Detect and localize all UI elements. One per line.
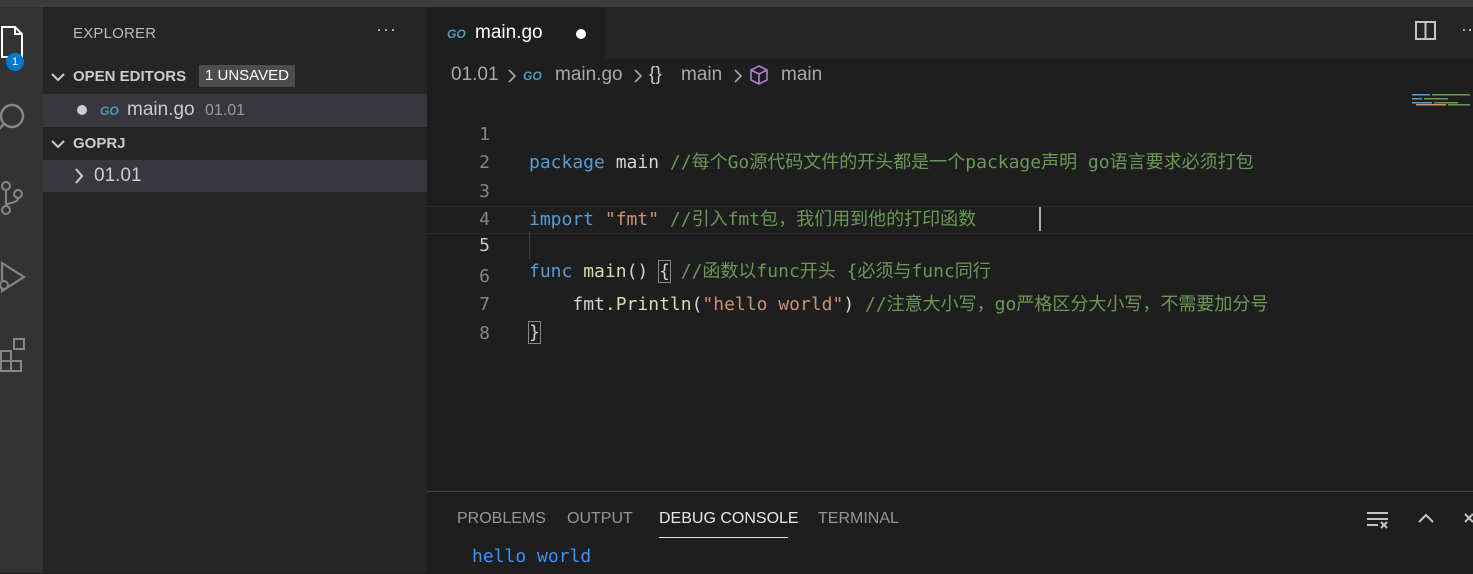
- section-divider: [43, 126, 427, 127]
- open-editors-label: OPEN EDITORS: [73, 68, 187, 85]
- title-bar: [0, 0, 1473, 7]
- breadcrumb-scope[interactable]: main: [681, 64, 722, 86]
- editor-more-icon[interactable]: ···: [1461, 19, 1473, 40]
- explorer-sidebar: EXPLORER ··· OPEN EDITORS 1 UNSAVED GO m…: [43, 7, 427, 573]
- split-editor-icon[interactable]: [1415, 21, 1437, 46]
- minimap[interactable]: [1412, 93, 1472, 113]
- open-editor-item[interactable]: GO main.go 01.01: [43, 94, 427, 126]
- editor-group: GO main.go ··· 01.01 GO main.go {} main …: [427, 7, 1473, 491]
- unsaved-dot-icon[interactable]: [576, 29, 586, 39]
- code-line: 2: [427, 121, 1473, 173]
- line-content: }: [528, 319, 541, 347]
- indent-guide: [529, 231, 530, 259]
- explorer-title: EXPLORER: [73, 25, 157, 42]
- bottom-panel: PROBLEMS OUTPUT DEBUG CONSOLE TERMINAL h…: [427, 491, 1473, 574]
- tab-label: main.go: [475, 22, 543, 43]
- go-file-icon: GO: [523, 69, 542, 83]
- source-control-icon[interactable]: [0, 180, 28, 216]
- more-actions-icon[interactable]: ···: [376, 19, 397, 40]
- chevron-right-icon: [633, 68, 643, 90]
- go-file-icon: GO: [447, 27, 466, 41]
- text-cursor: [1039, 207, 1041, 231]
- code-line: 8: [427, 292, 1473, 344]
- folder-item[interactable]: 01.01: [43, 160, 427, 192]
- namespace-icon: {}: [649, 64, 662, 85]
- method-cube-icon: [749, 65, 769, 91]
- active-tab-indicator: [659, 537, 788, 538]
- tab-output[interactable]: OUTPUT: [567, 510, 633, 528]
- tab-problems[interactable]: PROBLEMS: [457, 510, 546, 528]
- open-editor-filename: main.go: [127, 99, 195, 120]
- folder-label: 01.01: [94, 165, 142, 186]
- code-line: 3 import "fmt" //引入fmt包，我们用到他的打印函数: [427, 150, 1473, 230]
- chevron-right-icon: [73, 166, 85, 191]
- tab-main-go[interactable]: GO main.go: [427, 7, 605, 59]
- workspace-label: GOPRJ: [73, 135, 126, 152]
- chevron-down-icon: [51, 135, 65, 158]
- open-editors-section[interactable]: OPEN EDITORS 1 UNSAVED: [43, 63, 427, 91]
- code-line: 7 }: [427, 263, 1473, 344]
- line-number: 8: [479, 323, 490, 344]
- chevron-right-icon: [733, 68, 743, 90]
- search-icon[interactable]: [0, 100, 28, 136]
- workspace-section[interactable]: GOPRJ: [43, 130, 427, 158]
- tab-bar: GO main.go ···: [427, 7, 1473, 59]
- maximize-panel-icon[interactable]: [1416, 509, 1436, 534]
- clear-console-icon[interactable]: [1366, 509, 1390, 536]
- breadcrumb-file[interactable]: main.go: [555, 64, 623, 86]
- unsaved-badge: 1 UNSAVED: [199, 65, 295, 87]
- code-line: 6 fmt.Println("hello world") //注意大小写，go严…: [427, 235, 1473, 315]
- tab-debug-console[interactable]: DEBUG CONSOLE: [659, 510, 799, 528]
- go-file-icon: GO: [100, 104, 119, 118]
- unsaved-dot-icon[interactable]: [77, 105, 87, 115]
- code-line: 4: [427, 178, 1473, 230]
- extensions-icon[interactable]: [0, 337, 28, 373]
- explorer-badge: 1: [6, 53, 24, 71]
- open-editor-dir: 01.01: [205, 102, 246, 119]
- breadcrumb-folder[interactable]: 01.01: [451, 64, 499, 86]
- chevron-down-icon: [51, 68, 65, 91]
- run-debug-icon[interactable]: [0, 259, 28, 295]
- tab-terminal[interactable]: TERMINAL: [818, 510, 899, 528]
- code-line: 1 package main //每个Go源代码文件的开头都是一个package…: [427, 93, 1473, 173]
- code-line-current: 5 func main() { //函数以func开头 {必须与func同行: [427, 206, 1473, 283]
- breadcrumb-symbol[interactable]: main: [781, 64, 822, 86]
- chevron-right-icon: [507, 68, 517, 90]
- activity-bar: 1: [0, 7, 43, 573]
- matched-brace: }: [528, 321, 541, 344]
- close-panel-icon[interactable]: [1463, 509, 1473, 534]
- console-output: hello world: [472, 546, 592, 567]
